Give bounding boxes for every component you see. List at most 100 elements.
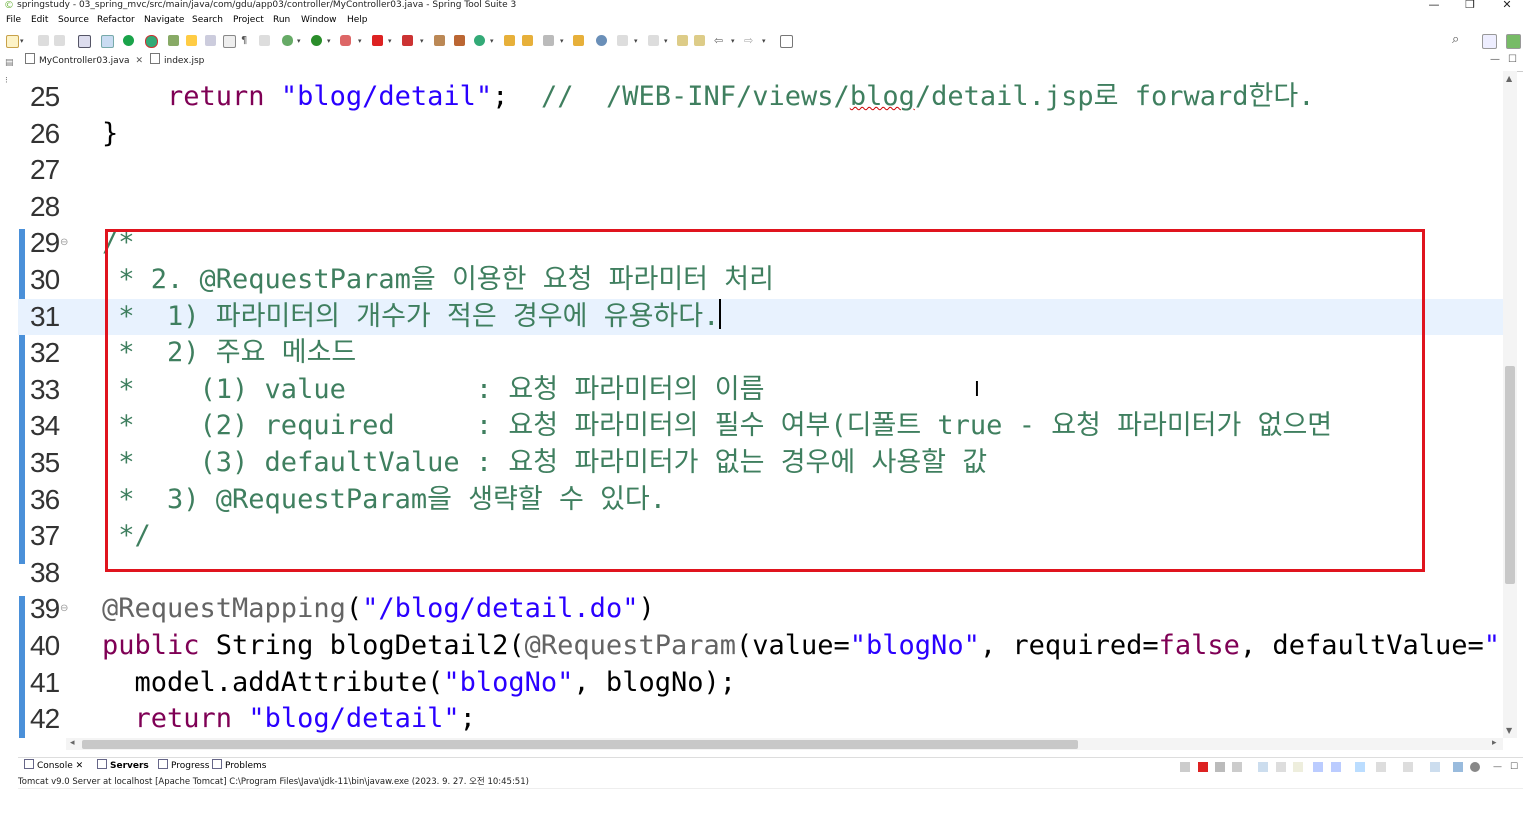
forward-dropdown-icon[interactable]: ▾ [762, 37, 766, 45]
new-dropdown-icon[interactable]: ▾ [20, 37, 24, 45]
coverage-dropdown-icon[interactable]: ▾ [358, 37, 362, 45]
minimize-button[interactable]: — [1424, 0, 1444, 10]
restore-button[interactable]: ❐ [1460, 0, 1480, 10]
search-tool-dropdown-icon[interactable]: ▾ [560, 37, 564, 45]
coverage-icon[interactable] [340, 35, 351, 46]
search-icon[interactable]: ⌕ [1452, 32, 1459, 47]
external-tools-dropdown-icon[interactable]: ▾ [420, 37, 424, 45]
menu-search[interactable]: Search [192, 13, 223, 28]
close-button[interactable]: ✕ [1497, 0, 1517, 10]
debug-icon[interactable] [282, 35, 293, 46]
save-icon[interactable] [38, 35, 49, 46]
fold-toggle-icon[interactable]: ⊖ [60, 225, 68, 262]
pin-console-icon[interactable] [1331, 762, 1341, 772]
prev-annotation-icon[interactable] [648, 35, 659, 46]
horizontal-scroll-thumb[interactable] [82, 740, 1078, 749]
clear-icon[interactable] [1232, 762, 1242, 772]
stop-dropdown-icon[interactable]: ▾ [388, 37, 392, 45]
tab-problems[interactable]: Problems [212, 758, 266, 775]
minimize-editor-icon[interactable]: — [1490, 54, 1500, 65]
close-tab-icon[interactable]: ✕ [136, 56, 144, 66]
code-line[interactable]: 40 public String blogDetail2(@RequestPara… [18, 628, 1503, 665]
maximize-panel-icon[interactable]: ☐ [1510, 762, 1520, 772]
forward-icon[interactable]: ⇨ [744, 35, 755, 46]
external-tools-icon[interactable] [402, 35, 413, 46]
remove-all-icon[interactable] [1215, 762, 1225, 772]
scroll-left-icon[interactable]: ◂ [70, 738, 75, 748]
run-dropdown-icon[interactable]: ▾ [327, 37, 331, 45]
next-annotation-icon[interactable] [617, 35, 628, 46]
debug-dropdown-icon[interactable]: ▾ [297, 37, 301, 45]
console-output[interactable] [18, 788, 1523, 817]
menu-help[interactable]: Help [347, 13, 368, 28]
code-line[interactable]: 25 return "blog/detail"; // /WEB-INF/vie… [18, 79, 1503, 116]
horizontal-scrollbar[interactable]: ◂ ▸ [66, 738, 1503, 750]
tab-console[interactable]: Console ✕ [24, 758, 83, 775]
class-icon[interactable] [454, 35, 465, 46]
package-icon[interactable] [434, 35, 445, 46]
tab-index-jsp[interactable]: index.jsp [150, 53, 204, 70]
tab-progress[interactable]: Progress [158, 758, 209, 775]
menu-file[interactable]: File [6, 13, 21, 28]
code-line[interactable]: 41 model.addAttribute("blogNo", blogNo); [18, 665, 1503, 702]
tab-mycontroller03[interactable]: MyController03.java ✕ [25, 53, 144, 70]
new-icon[interactable] [6, 35, 19, 48]
highlight-icon[interactable] [186, 35, 197, 46]
menu-run[interactable]: Run [273, 13, 290, 28]
menu-navigate[interactable]: Navigate [144, 13, 184, 28]
next-annotation-dropdown-icon[interactable]: ▾ [634, 37, 638, 45]
code-line[interactable]: 42 return "blog/detail"; [18, 701, 1503, 738]
link-icon[interactable] [259, 35, 270, 46]
format-icon[interactable] [223, 35, 236, 48]
close-console-icon[interactable]: ✕ [76, 761, 84, 771]
last-edit-icon[interactable] [677, 35, 688, 46]
scroll-lock-icon[interactable] [1258, 762, 1268, 772]
open-perspective-icon[interactable] [1482, 34, 1497, 49]
new-console-icon[interactable] [1403, 762, 1413, 772]
back-dropdown-icon[interactable]: ▾ [731, 37, 735, 45]
search-tool-icon[interactable] [543, 35, 554, 46]
code-line[interactable]: 28 [18, 189, 1503, 226]
minimize-panel-icon[interactable]: — [1493, 762, 1503, 772]
tab-servers[interactable]: Servers [97, 758, 149, 775]
package-explorer-icon[interactable]: ▤ [5, 58, 14, 68]
console-view-menu-icon[interactable] [1430, 762, 1440, 772]
display-console-icon[interactable] [1355, 762, 1365, 772]
stop-icon[interactable] [372, 35, 383, 46]
fold-toggle-icon[interactable]: ⊖ [60, 591, 68, 628]
scroll-up-icon[interactable]: ▲ [1506, 74, 1512, 83]
vertical-scroll-thumb[interactable] [1505, 366, 1515, 584]
menu-edit[interactable]: Edit [31, 13, 48, 28]
outline-icon[interactable]: ⁝ [5, 76, 8, 86]
show-stderr-icon[interactable] [1313, 762, 1323, 772]
code-editor[interactable]: 25 return "blog/detail"; // /WEB-INF/vie… [18, 71, 1503, 738]
remove-launch-icon[interactable] [1180, 762, 1190, 772]
refresh-icon[interactable] [145, 35, 158, 48]
scroll-right-icon[interactable]: ▸ [1492, 738, 1497, 748]
menu-refactor[interactable]: Refactor [97, 13, 135, 28]
spring-boot-icon[interactable] [123, 35, 134, 46]
new-class-dropdown-icon[interactable]: ▾ [490, 37, 494, 45]
code-line[interactable]: 27 [18, 152, 1503, 189]
menu-source[interactable]: Source [58, 13, 89, 28]
open-console-icon[interactable] [1376, 762, 1386, 772]
maximize-editor-icon[interactable]: ☐ [1508, 54, 1517, 65]
terminal-icon[interactable] [78, 35, 91, 48]
block-icon[interactable] [205, 35, 216, 46]
menu-window[interactable]: Window [301, 13, 337, 28]
vertical-scrollbar[interactable]: ▲ ▼ [1503, 71, 1517, 738]
scroll-down-icon[interactable]: ▼ [1506, 726, 1512, 735]
perspective-icon[interactable] [1506, 34, 1521, 49]
save-all-icon[interactable] [54, 35, 65, 46]
back-edit-icon[interactable] [694, 35, 705, 46]
toggle-mark-icon[interactable] [101, 35, 114, 48]
open-folder-icon[interactable] [522, 35, 533, 46]
code-line[interactable]: 26} [18, 116, 1503, 153]
task-icon[interactable] [573, 35, 584, 46]
menu-project[interactable]: Project [233, 13, 264, 28]
settings-gear-icon[interactable] [1470, 762, 1480, 772]
pilcrow-icon[interactable]: ¶ [241, 35, 252, 46]
open-type-icon[interactable] [504, 35, 515, 46]
word-wrap-icon[interactable] [1276, 762, 1286, 772]
back-icon[interactable]: ⇦ [714, 35, 725, 46]
